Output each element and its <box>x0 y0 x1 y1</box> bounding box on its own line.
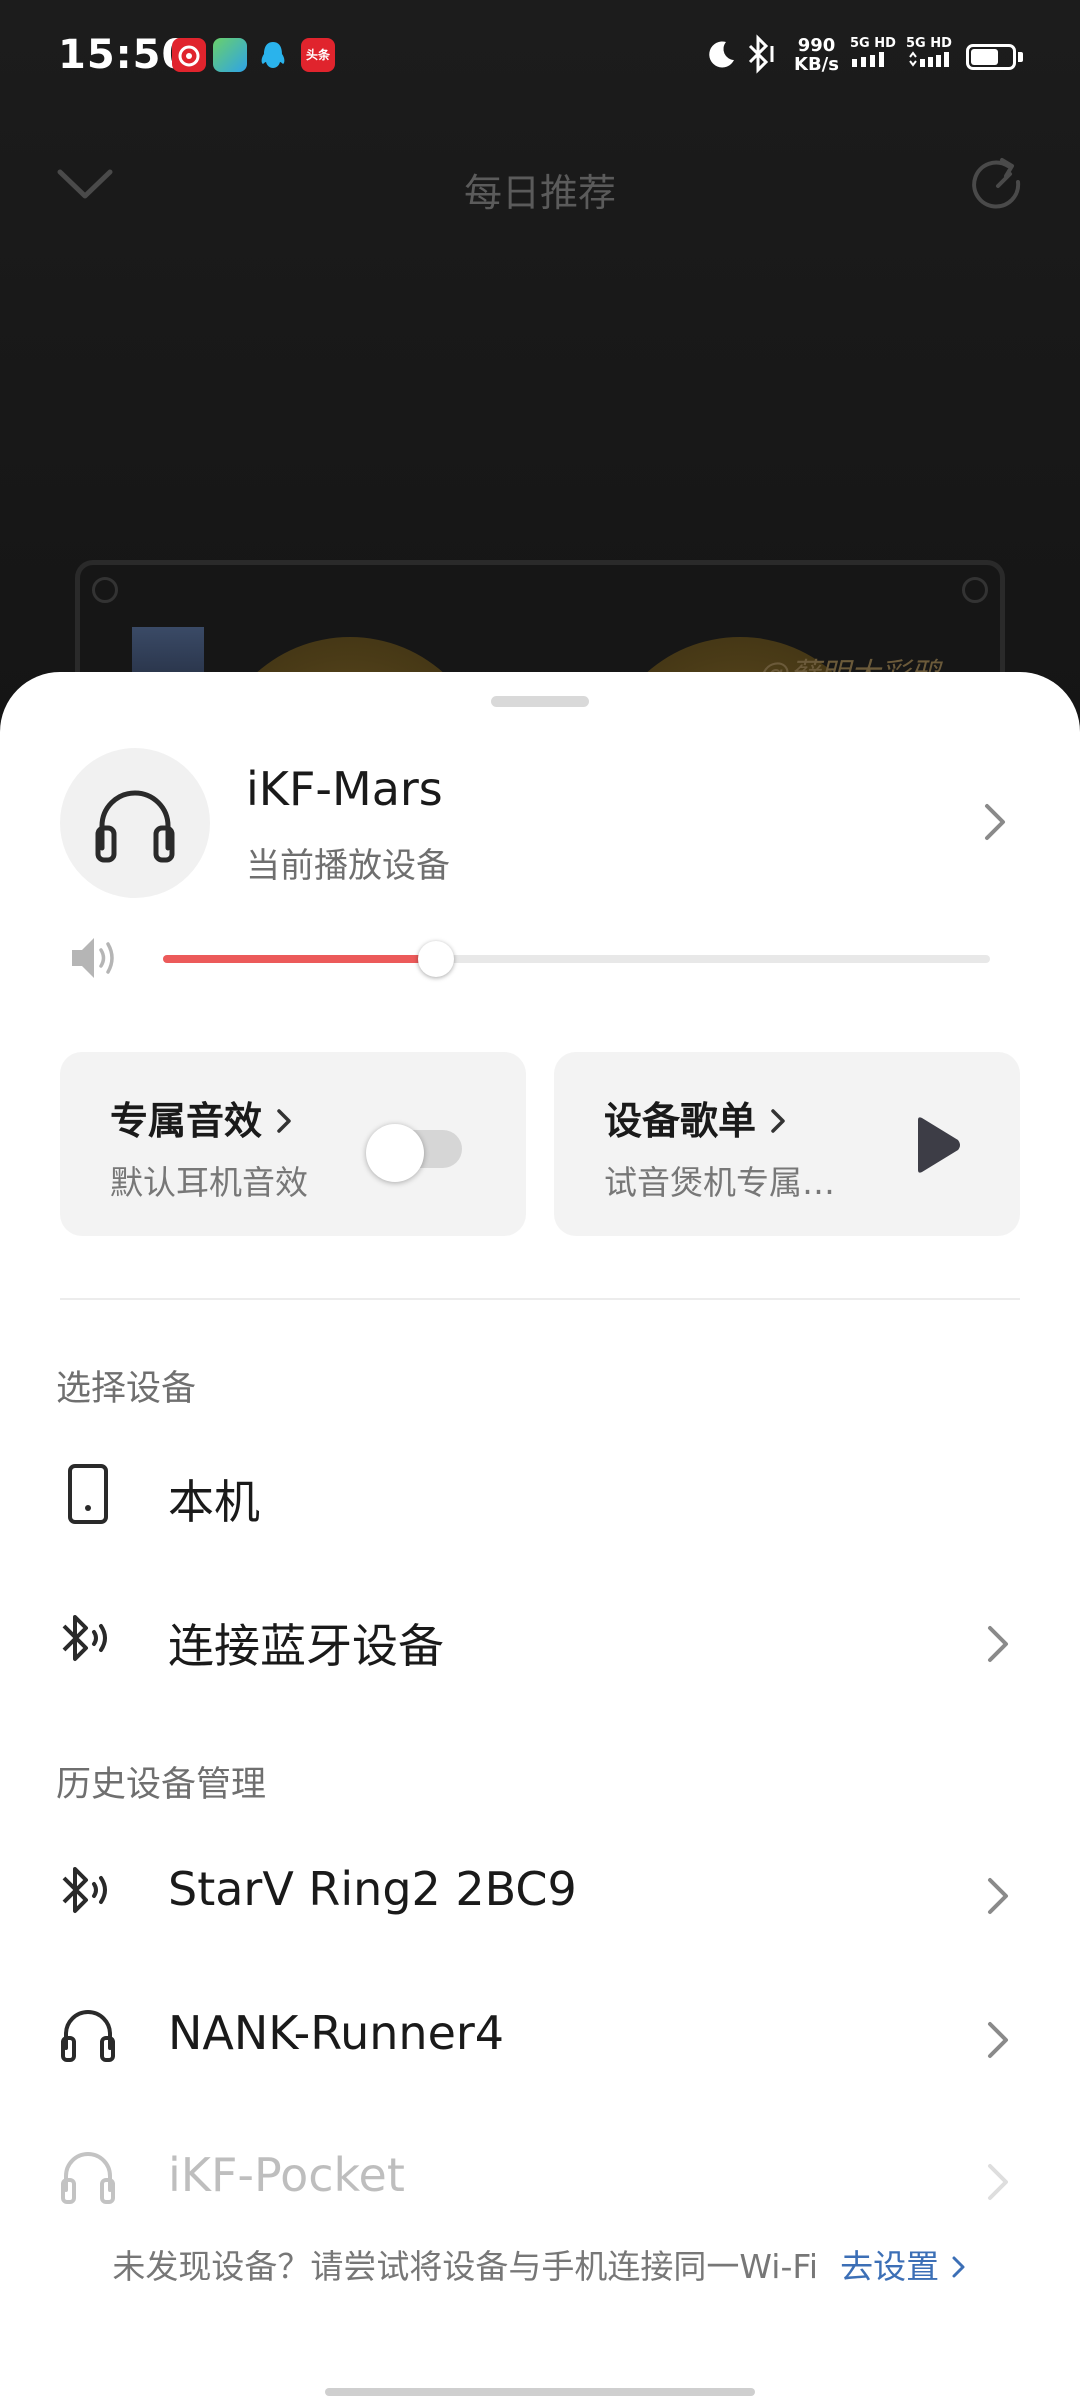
photos-app-icon <box>213 38 247 72</box>
chevron-right-icon <box>980 2016 1016 2064</box>
device-item-label: StarV Ring2 2BC9 <box>168 1862 577 1916</box>
volume-slider-fill <box>163 955 436 963</box>
device-item-connect-bluetooth[interactable]: 连接蓝牙设备 <box>0 1584 1080 1694</box>
volume-icon <box>68 932 124 984</box>
chevron-right-icon <box>768 1102 788 1146</box>
volume-slider[interactable] <box>163 941 990 977</box>
player-header: 每日推荐 <box>0 140 1080 230</box>
status-bar: 15:50 头条 990 KB/s 5G HD 5G HD <box>0 0 1080 110</box>
select-device-label: 选择设备 <box>56 1369 197 1409</box>
device-item-label: 连接蓝牙设备 <box>168 1619 444 1673</box>
device-bottom-sheet: iKF-Mars 当前播放设备 专属音效 默认耳机音效 设备歌单 试音煲机专属… <box>0 672 1080 2400</box>
screw-decoration <box>962 577 988 603</box>
headphones-icon <box>95 790 175 863</box>
player-title: 每日推荐 <box>463 171 616 215</box>
chevron-right-icon <box>980 1872 1016 1920</box>
current-device-row[interactable]: iKF-Mars 当前播放设备 <box>0 742 1080 902</box>
bluetooth-icon <box>56 1606 120 1670</box>
chevron-right-icon <box>980 1620 1016 1668</box>
chevron-right-icon <box>975 792 1015 852</box>
device-playlist-card[interactable]: 设备歌单 试音煲机专属… <box>554 1052 1020 1236</box>
home-indicator[interactable] <box>325 2388 755 2396</box>
signal-indicator-2: 5G HD <box>906 36 952 71</box>
screw-decoration <box>92 577 118 603</box>
battery-tip <box>1018 52 1023 62</box>
chevron-right-icon <box>952 2256 965 2278</box>
bluetooth-icon <box>56 1858 120 1922</box>
chevron-right-icon <box>980 2158 1016 2206</box>
go-settings-link[interactable]: 去设置 <box>840 2247 968 2286</box>
history-device-item[interactable]: NANK-Runner4 <box>0 1980 1080 2090</box>
refresh-icon[interactable] <box>962 152 1032 222</box>
toutiao-icon: 头条 <box>301 38 335 72</box>
netease-music-icon <box>172 38 206 72</box>
device-playlist-title: 设备歌单 <box>604 1090 788 1146</box>
headphones-icon <box>56 2144 120 2208</box>
current-device-name: iKF-Mars <box>246 762 443 816</box>
device-avatar <box>60 748 210 898</box>
footer-hint-text: 未发现设备？请尝试将设备与手机连接同一Wi-Fi <box>112 2247 819 2286</box>
history-device-item[interactable]: StarV Ring2 2BC9 <box>0 1836 1080 1946</box>
device-item-label: NANK-Runner4 <box>168 2006 505 2060</box>
device-item-local[interactable]: 本机 <box>0 1440 1080 1550</box>
history-devices-label: 历史设备管理 <box>56 1765 267 1805</box>
volume-row <box>0 922 1080 992</box>
player-background: 15:50 头条 990 KB/s 5G HD 5G HD 每日推荐 <box>0 0 1080 917</box>
device-item-label: iKF-Pocket <box>168 2148 405 2202</box>
sound-effect-subtitle: 默认耳机音效 <box>110 1163 308 1202</box>
qq-icon <box>256 38 290 72</box>
play-icon[interactable] <box>906 1112 966 1178</box>
current-device-subtitle: 当前播放设备 <box>246 846 450 886</box>
device-playlist-subtitle: 试音煲机专属… <box>604 1163 835 1202</box>
history-device-item[interactable]: iKF-Pocket <box>0 2122 1080 2232</box>
sheet-drag-handle[interactable] <box>491 696 589 707</box>
headphones-icon <box>56 2002 120 2066</box>
section-divider <box>60 1298 1020 1300</box>
network-speed: 990 KB/s <box>794 35 839 75</box>
device-item-label: 本机 <box>168 1475 260 1529</box>
phone-icon <box>56 1462 120 1526</box>
sound-effect-title: 专属音效 <box>110 1090 294 1146</box>
moon-icon <box>704 34 738 74</box>
battery-icon <box>966 44 1016 70</box>
bluetooth-status-icon <box>744 34 780 74</box>
footer-hint: 未发现设备？请尝试将设备与手机连接同一Wi-Fi 去设置 <box>0 2240 1080 2288</box>
sound-effect-card[interactable]: 专属音效 默认耳机音效 <box>60 1052 526 1236</box>
status-time: 15:50 <box>58 32 191 78</box>
volume-slider-knob[interactable] <box>417 941 454 977</box>
sound-effect-toggle[interactable] <box>366 1124 462 1182</box>
signal-indicator-1: 5G HD <box>850 36 896 71</box>
chevron-right-icon <box>274 1102 294 1146</box>
